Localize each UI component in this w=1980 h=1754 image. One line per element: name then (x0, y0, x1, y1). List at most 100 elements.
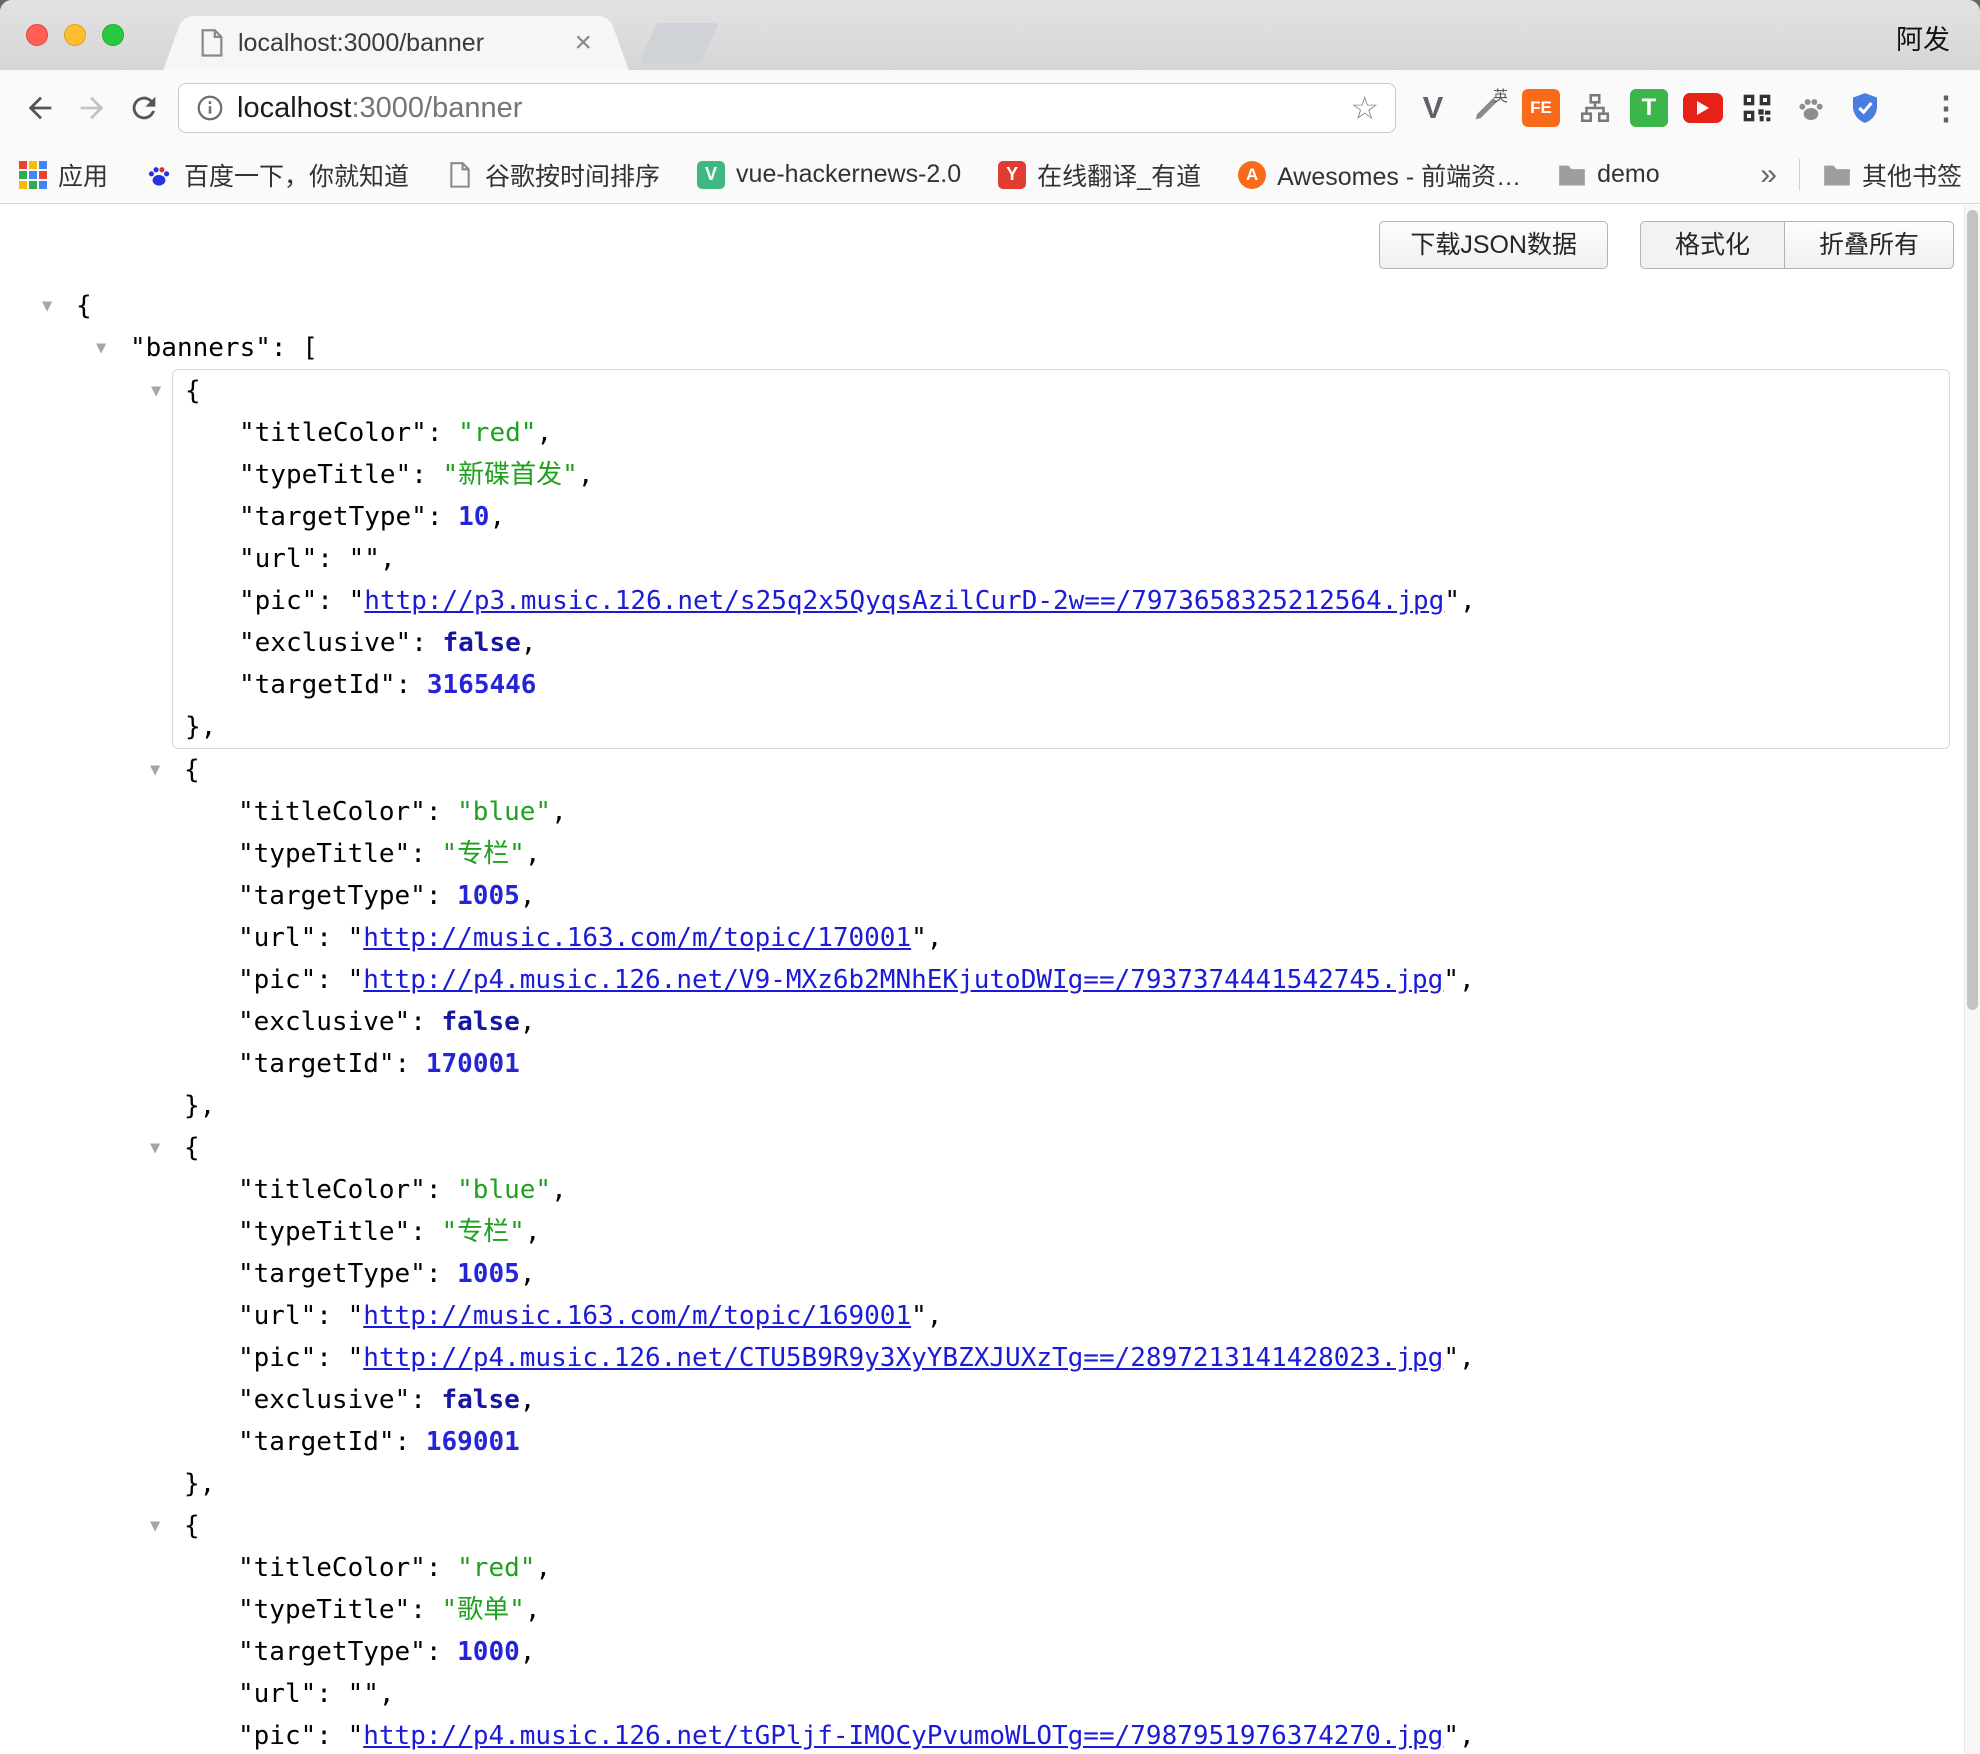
json-key: "exclusive" (239, 628, 411, 658)
qrcode-extension-icon[interactable] (1734, 85, 1780, 131)
tab-title: localhost:3000/banner (238, 29, 564, 58)
collapse-arrow-icon[interactable]: ▼ (150, 1505, 160, 1547)
json-punct: , (1459, 1343, 1475, 1373)
bookmark-google-sort[interactable]: 谷歌按时间排序 (445, 157, 660, 193)
other-bookmarks-folder[interactable]: 其他书签 (1822, 157, 1962, 193)
url-host: localhost (237, 92, 351, 124)
json-punct: : (316, 1301, 347, 1331)
bookmark-demo-folder[interactable]: demo (1557, 160, 1660, 190)
bookmark-label: Awesomes - 前端资… (1277, 157, 1521, 193)
bookmarks-overflow-icon[interactable]: » (1760, 158, 1777, 192)
json-punct: , (1459, 1721, 1475, 1751)
bookmark-star-icon[interactable]: ☆ (1350, 92, 1379, 124)
json-key: "titleColor" (238, 1175, 426, 1205)
translate-extension-icon[interactable]: 英 (1464, 85, 1510, 131)
json-punct: : (426, 1259, 457, 1289)
json-line: "exclusive": false, (0, 1379, 1980, 1421)
json-punct: , (525, 1217, 541, 1247)
page-info-icon[interactable] (195, 93, 225, 123)
json-punct: : (427, 502, 458, 532)
collapse-all-button[interactable]: 折叠所有 (1784, 221, 1954, 269)
org-chart-extension-icon[interactable] (1572, 85, 1618, 131)
json-punct: " (348, 923, 364, 953)
json-punct: , (520, 1007, 536, 1037)
json-punct: }, (184, 1469, 215, 1499)
collapse-arrow-icon[interactable]: ▼ (151, 370, 161, 412)
json-line: ▼{ (173, 370, 1949, 412)
scrollbar-thumb[interactable] (1967, 210, 1978, 1010)
collapse-arrow-icon[interactable]: ▼ (150, 1127, 160, 1169)
new-tab-button[interactable] (639, 23, 719, 63)
json-link-value[interactable]: http://p4.music.126.net/V9-MXz6b2MNhEKju… (363, 965, 1443, 995)
youtube-extension-icon[interactable] (1680, 85, 1726, 131)
json-link-value[interactable]: http://p4.music.126.net/CTU5B9R9y3XyYBZX… (363, 1343, 1443, 1373)
json-link-value[interactable]: http://music.163.com/m/topic/170001 (363, 923, 911, 953)
reload-button[interactable] (118, 82, 170, 134)
bookmark-label: 其他书签 (1862, 157, 1962, 193)
bookmark-apps[interactable]: 应用 (18, 157, 108, 193)
bookmarks-right-cluster: » 其他书签 (1760, 157, 1962, 193)
collapse-arrow-icon[interactable]: ▼ (42, 285, 52, 327)
address-bar[interactable]: localhost:3000/banner ☆ (178, 83, 1396, 133)
json-punct: }, (185, 712, 216, 742)
paw-extension-icon[interactable] (1788, 85, 1834, 131)
back-button[interactable] (14, 82, 66, 134)
bookmark-label: 应用 (58, 157, 108, 193)
minimize-window-button[interactable] (64, 24, 86, 46)
json-punct: " (348, 1343, 364, 1373)
json-string: "red" (457, 1553, 535, 1583)
vimium-extension-icon[interactable]: V (1410, 85, 1456, 131)
json-link-value[interactable]: http://music.163.com/m/topic/169001 (363, 1301, 911, 1331)
bookmark-label: 谷歌按时间排序 (485, 157, 660, 193)
json-punct: : (410, 1217, 441, 1247)
json-punct: { (184, 1133, 200, 1163)
json-line: "typeTitle": "专栏", (0, 1211, 1980, 1253)
json-key: "pic" (238, 965, 316, 995)
collapse-arrow-icon[interactable]: ▼ (96, 327, 106, 369)
window-controls (26, 24, 124, 46)
json-line: "targetType": 1005, (0, 875, 1980, 917)
json-link-value[interactable]: http://p3.music.126.net/s25q2x5QyqsAzilC… (364, 586, 1444, 616)
close-tab-icon[interactable]: × (574, 28, 592, 58)
browser-tab[interactable]: localhost:3000/banner × (186, 16, 606, 70)
json-punct: " (1443, 965, 1459, 995)
url-text[interactable]: localhost:3000/banner (237, 92, 522, 125)
bookmark-baidu[interactable]: 百度一下，你就知道 (144, 157, 409, 193)
close-window-button[interactable] (26, 24, 48, 46)
json-punct: , (521, 628, 537, 658)
json-punct: : (426, 881, 457, 911)
json-punct: : (317, 586, 348, 616)
json-punct: : (316, 965, 347, 995)
json-punct: " (911, 923, 927, 953)
shield-check-extension-icon[interactable] (1842, 85, 1888, 131)
bookmark-label: 百度一下，你就知道 (184, 157, 409, 193)
json-punct: , (1459, 965, 1475, 995)
json-link-value[interactable]: http://p4.music.126.net/tGPljf-IMOCyPvum… (363, 1721, 1443, 1751)
json-punct: , (520, 1385, 536, 1415)
bookmark-awesomes[interactable]: A Awesomes - 前端资… (1237, 157, 1521, 193)
json-line: "pic": "http://p4.music.126.net/CTU5B9R9… (0, 1337, 1980, 1379)
json-line: }, (0, 1463, 1980, 1505)
trafficlight-shield-extension-icon[interactable]: T (1626, 85, 1672, 131)
json-punct: : (426, 1637, 457, 1667)
collapse-arrow-icon[interactable]: ▼ (150, 749, 160, 791)
forward-button[interactable] (66, 82, 118, 134)
json-line: "url": "http://music.163.com/m/topic/170… (0, 917, 1980, 959)
download-json-button[interactable]: 下载JSON数据 (1379, 221, 1608, 269)
page-scrollbar[interactable] (1964, 205, 1980, 1754)
vue-icon: V (696, 160, 726, 190)
bookmark-youdao[interactable]: Y 在线翻译_有道 (997, 157, 1201, 193)
browser-menu-icon[interactable]: ⋮ (1926, 89, 1966, 127)
json-line: "url": "", (173, 538, 1949, 580)
extensions-row: V 英 FE T (1410, 85, 1888, 131)
json-punct: : (396, 670, 427, 700)
json-punct: "" (348, 1679, 379, 1709)
json-line: "targetType": 10, (173, 496, 1949, 538)
fe-extension-icon[interactable]: FE (1518, 85, 1564, 131)
json-key: "typeTitle" (238, 839, 410, 869)
zoom-window-button[interactable] (102, 24, 124, 46)
bookmark-vue-hackernews[interactable]: V vue-hackernews-2.0 (696, 160, 961, 190)
json-string: "专栏" (442, 1217, 525, 1247)
apps-grid-icon (18, 160, 48, 190)
format-button[interactable]: 格式化 (1640, 221, 1784, 269)
